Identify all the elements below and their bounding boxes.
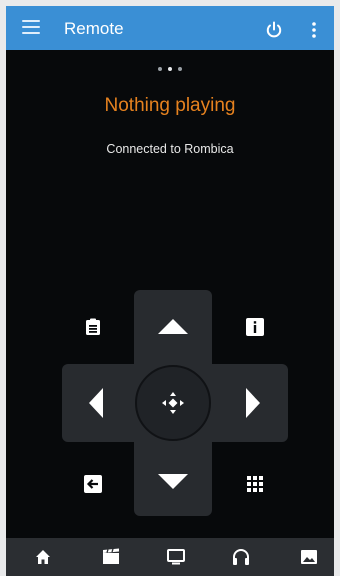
back-icon — [84, 475, 102, 493]
bottom-nav — [6, 538, 334, 576]
connection-status: Connected to Rombica — [106, 142, 234, 156]
back-button[interactable] — [78, 469, 108, 499]
arrow-right-icon — [246, 388, 260, 418]
page-dot[interactable] — [158, 67, 162, 71]
app-title: Remote — [64, 19, 124, 38]
info-button[interactable] — [240, 312, 270, 342]
numpad-button[interactable] — [240, 469, 270, 499]
right-button[interactable] — [233, 383, 273, 423]
arrow-down-icon — [158, 473, 188, 489]
app-bar: Remote — [6, 6, 334, 50]
pictures-icon[interactable] — [299, 548, 319, 566]
clipboard-icon — [86, 318, 100, 335]
app-screen: Remote Nothing playing Connected to Romb… — [6, 6, 334, 576]
home-icon[interactable] — [33, 548, 53, 566]
page-dot[interactable] — [178, 67, 182, 71]
headphones-icon[interactable] — [231, 548, 251, 566]
select-button[interactable] — [135, 365, 211, 441]
select-icon — [162, 392, 184, 414]
arrow-left-icon — [89, 388, 103, 418]
now-playing-title: Nothing playing — [104, 95, 236, 116]
page-indicator — [6, 58, 334, 71]
info-icon — [246, 318, 264, 336]
arrow-up-icon — [158, 318, 188, 334]
movies-icon[interactable] — [101, 548, 121, 566]
power-icon[interactable] — [264, 20, 284, 40]
left-button[interactable] — [76, 383, 116, 423]
up-button[interactable] — [153, 306, 193, 346]
context-menu-button[interactable] — [78, 312, 108, 342]
tv-icon[interactable] — [166, 548, 186, 566]
down-button[interactable] — [153, 461, 193, 501]
grid-icon — [247, 476, 263, 492]
more-vert-icon[interactable] — [308, 20, 320, 40]
page-dot-active[interactable] — [168, 67, 172, 71]
menu-icon[interactable] — [22, 20, 40, 36]
